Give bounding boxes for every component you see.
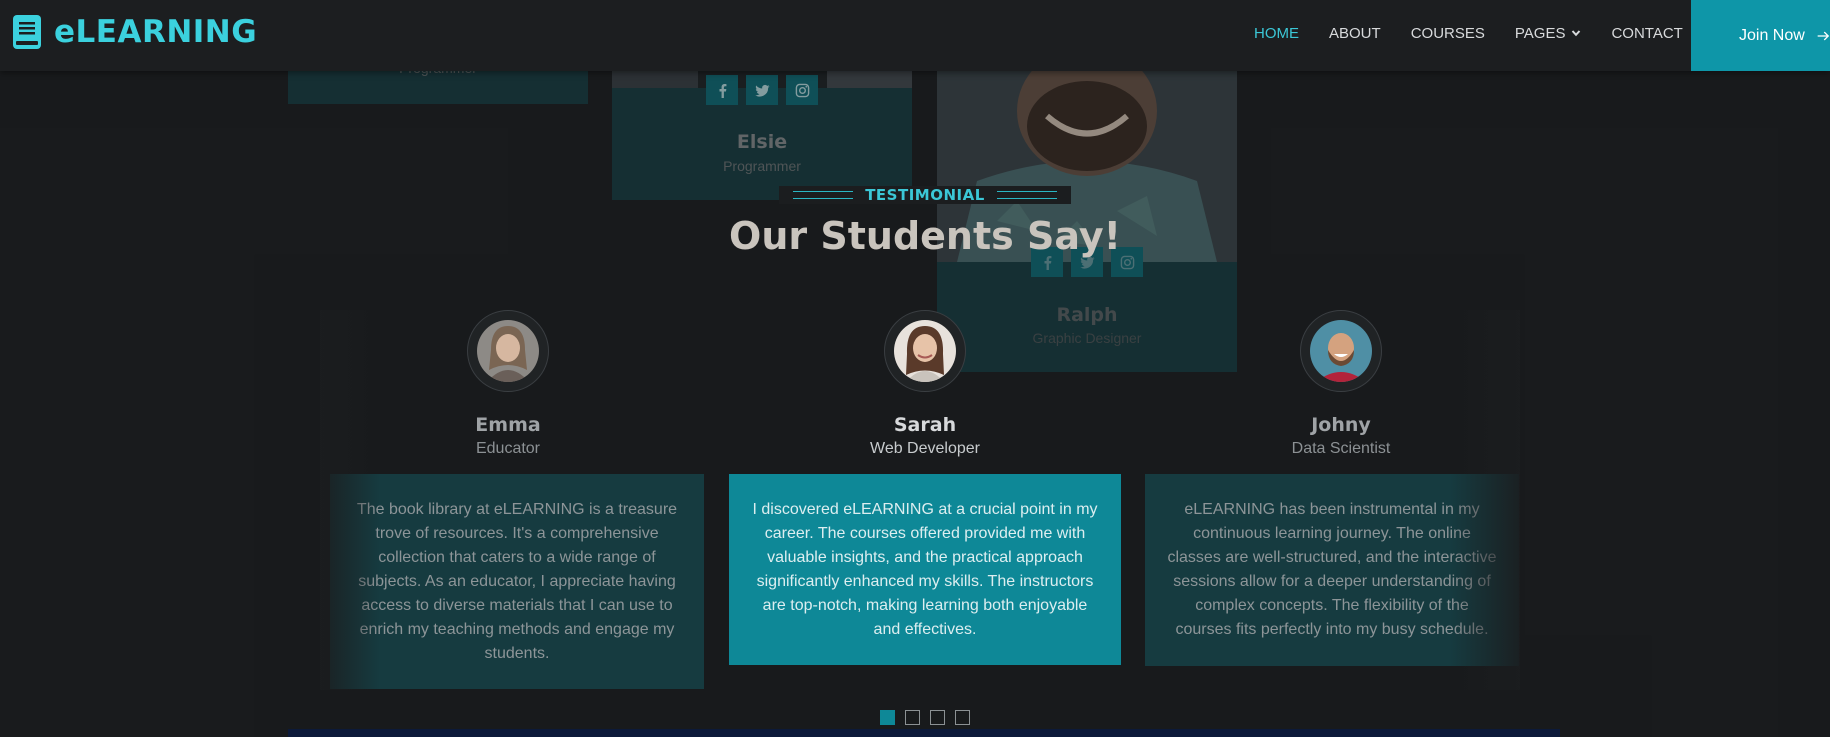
nav-item-home[interactable]: HOME bbox=[1254, 22, 1299, 44]
testimonial-text: eLEARNING has been instrumental in my co… bbox=[1167, 501, 1497, 638]
nav-item-label: PAGES bbox=[1514, 24, 1566, 42]
testimonial-eyebrow: TESTIMONIAL bbox=[0, 186, 1830, 204]
testimonial-role: Web Developer bbox=[870, 440, 980, 457]
join-now-label: Join Now bbox=[1739, 26, 1805, 44]
brand-logo[interactable]: eLEARNING bbox=[12, 14, 257, 50]
avatar bbox=[1310, 320, 1372, 382]
nav-item-courses[interactable]: COURSES bbox=[1411, 22, 1485, 44]
arrow-right-icon bbox=[1817, 31, 1829, 40]
nav-item-about[interactable]: ABOUT bbox=[1329, 22, 1381, 44]
carousel-dot[interactable] bbox=[880, 710, 895, 725]
testimonial-text: I discovered eLEARNING at a crucial poin… bbox=[752, 501, 1098, 638]
nav-item-label: HOME bbox=[1254, 24, 1299, 42]
nav-item-label: ABOUT bbox=[1329, 24, 1381, 42]
testimonial-item-active[interactable]: Sarah Web Developer I discovered eLEARNI… bbox=[729, 310, 1121, 665]
brand-name: eLEARNING bbox=[54, 14, 258, 50]
carousel-fade-left bbox=[320, 310, 380, 690]
main-nav: HOME ABOUT COURSES PAGES CONTACT bbox=[1254, 22, 1683, 44]
team-member-name: Elsie bbox=[736, 131, 788, 153]
instagram-icon bbox=[795, 83, 809, 97]
testimonial-text-box: The book library at eLEARNING is a treas… bbox=[330, 474, 704, 689]
decorative-line bbox=[793, 191, 854, 199]
facebook-link[interactable] bbox=[706, 75, 738, 105]
nav-item-label: CONTACT bbox=[1611, 24, 1683, 42]
testimonial-text-box: I discovered eLEARNING at a crucial poin… bbox=[729, 474, 1121, 665]
testimonial-name: Sarah bbox=[893, 414, 957, 436]
nav-item-pages[interactable]: PAGES bbox=[1515, 22, 1582, 44]
avatar-frame bbox=[1300, 310, 1382, 392]
testimonial-text: The book library at eLEARNING is a treas… bbox=[356, 501, 678, 662]
avatar-frame bbox=[467, 310, 549, 392]
carousel-dot[interactable] bbox=[930, 710, 945, 725]
book-icon bbox=[13, 15, 41, 49]
facebook-icon bbox=[719, 83, 726, 98]
carousel-fade-right bbox=[1450, 310, 1520, 690]
footer-edge bbox=[288, 729, 1560, 737]
join-now-button[interactable]: Join Now bbox=[1691, 0, 1830, 71]
team-member-role: Programmer bbox=[723, 158, 801, 174]
avatar bbox=[477, 320, 539, 382]
avatar bbox=[894, 320, 956, 382]
twitter-icon bbox=[754, 84, 770, 97]
carousel-dot[interactable] bbox=[905, 710, 920, 725]
nav-item-contact[interactable]: CONTACT bbox=[1611, 22, 1682, 44]
testimonial-eyebrow-text: TESTIMONIAL bbox=[865, 186, 985, 204]
avatar-frame bbox=[884, 310, 966, 392]
carousel-pagination bbox=[880, 710, 970, 725]
instagram-link[interactable] bbox=[786, 75, 818, 105]
decorative-line bbox=[996, 191, 1057, 199]
carousel-dot[interactable] bbox=[955, 710, 970, 725]
testimonial-heading: Our Students Say! bbox=[729, 214, 1121, 258]
chevron-down-icon bbox=[1572, 30, 1581, 37]
twitter-link[interactable] bbox=[746, 75, 778, 105]
navbar: eLEARNING HOME ABOUT COURSES PAGES CONTA… bbox=[0, 0, 1830, 71]
nav-item-label: COURSES bbox=[1410, 24, 1485, 42]
